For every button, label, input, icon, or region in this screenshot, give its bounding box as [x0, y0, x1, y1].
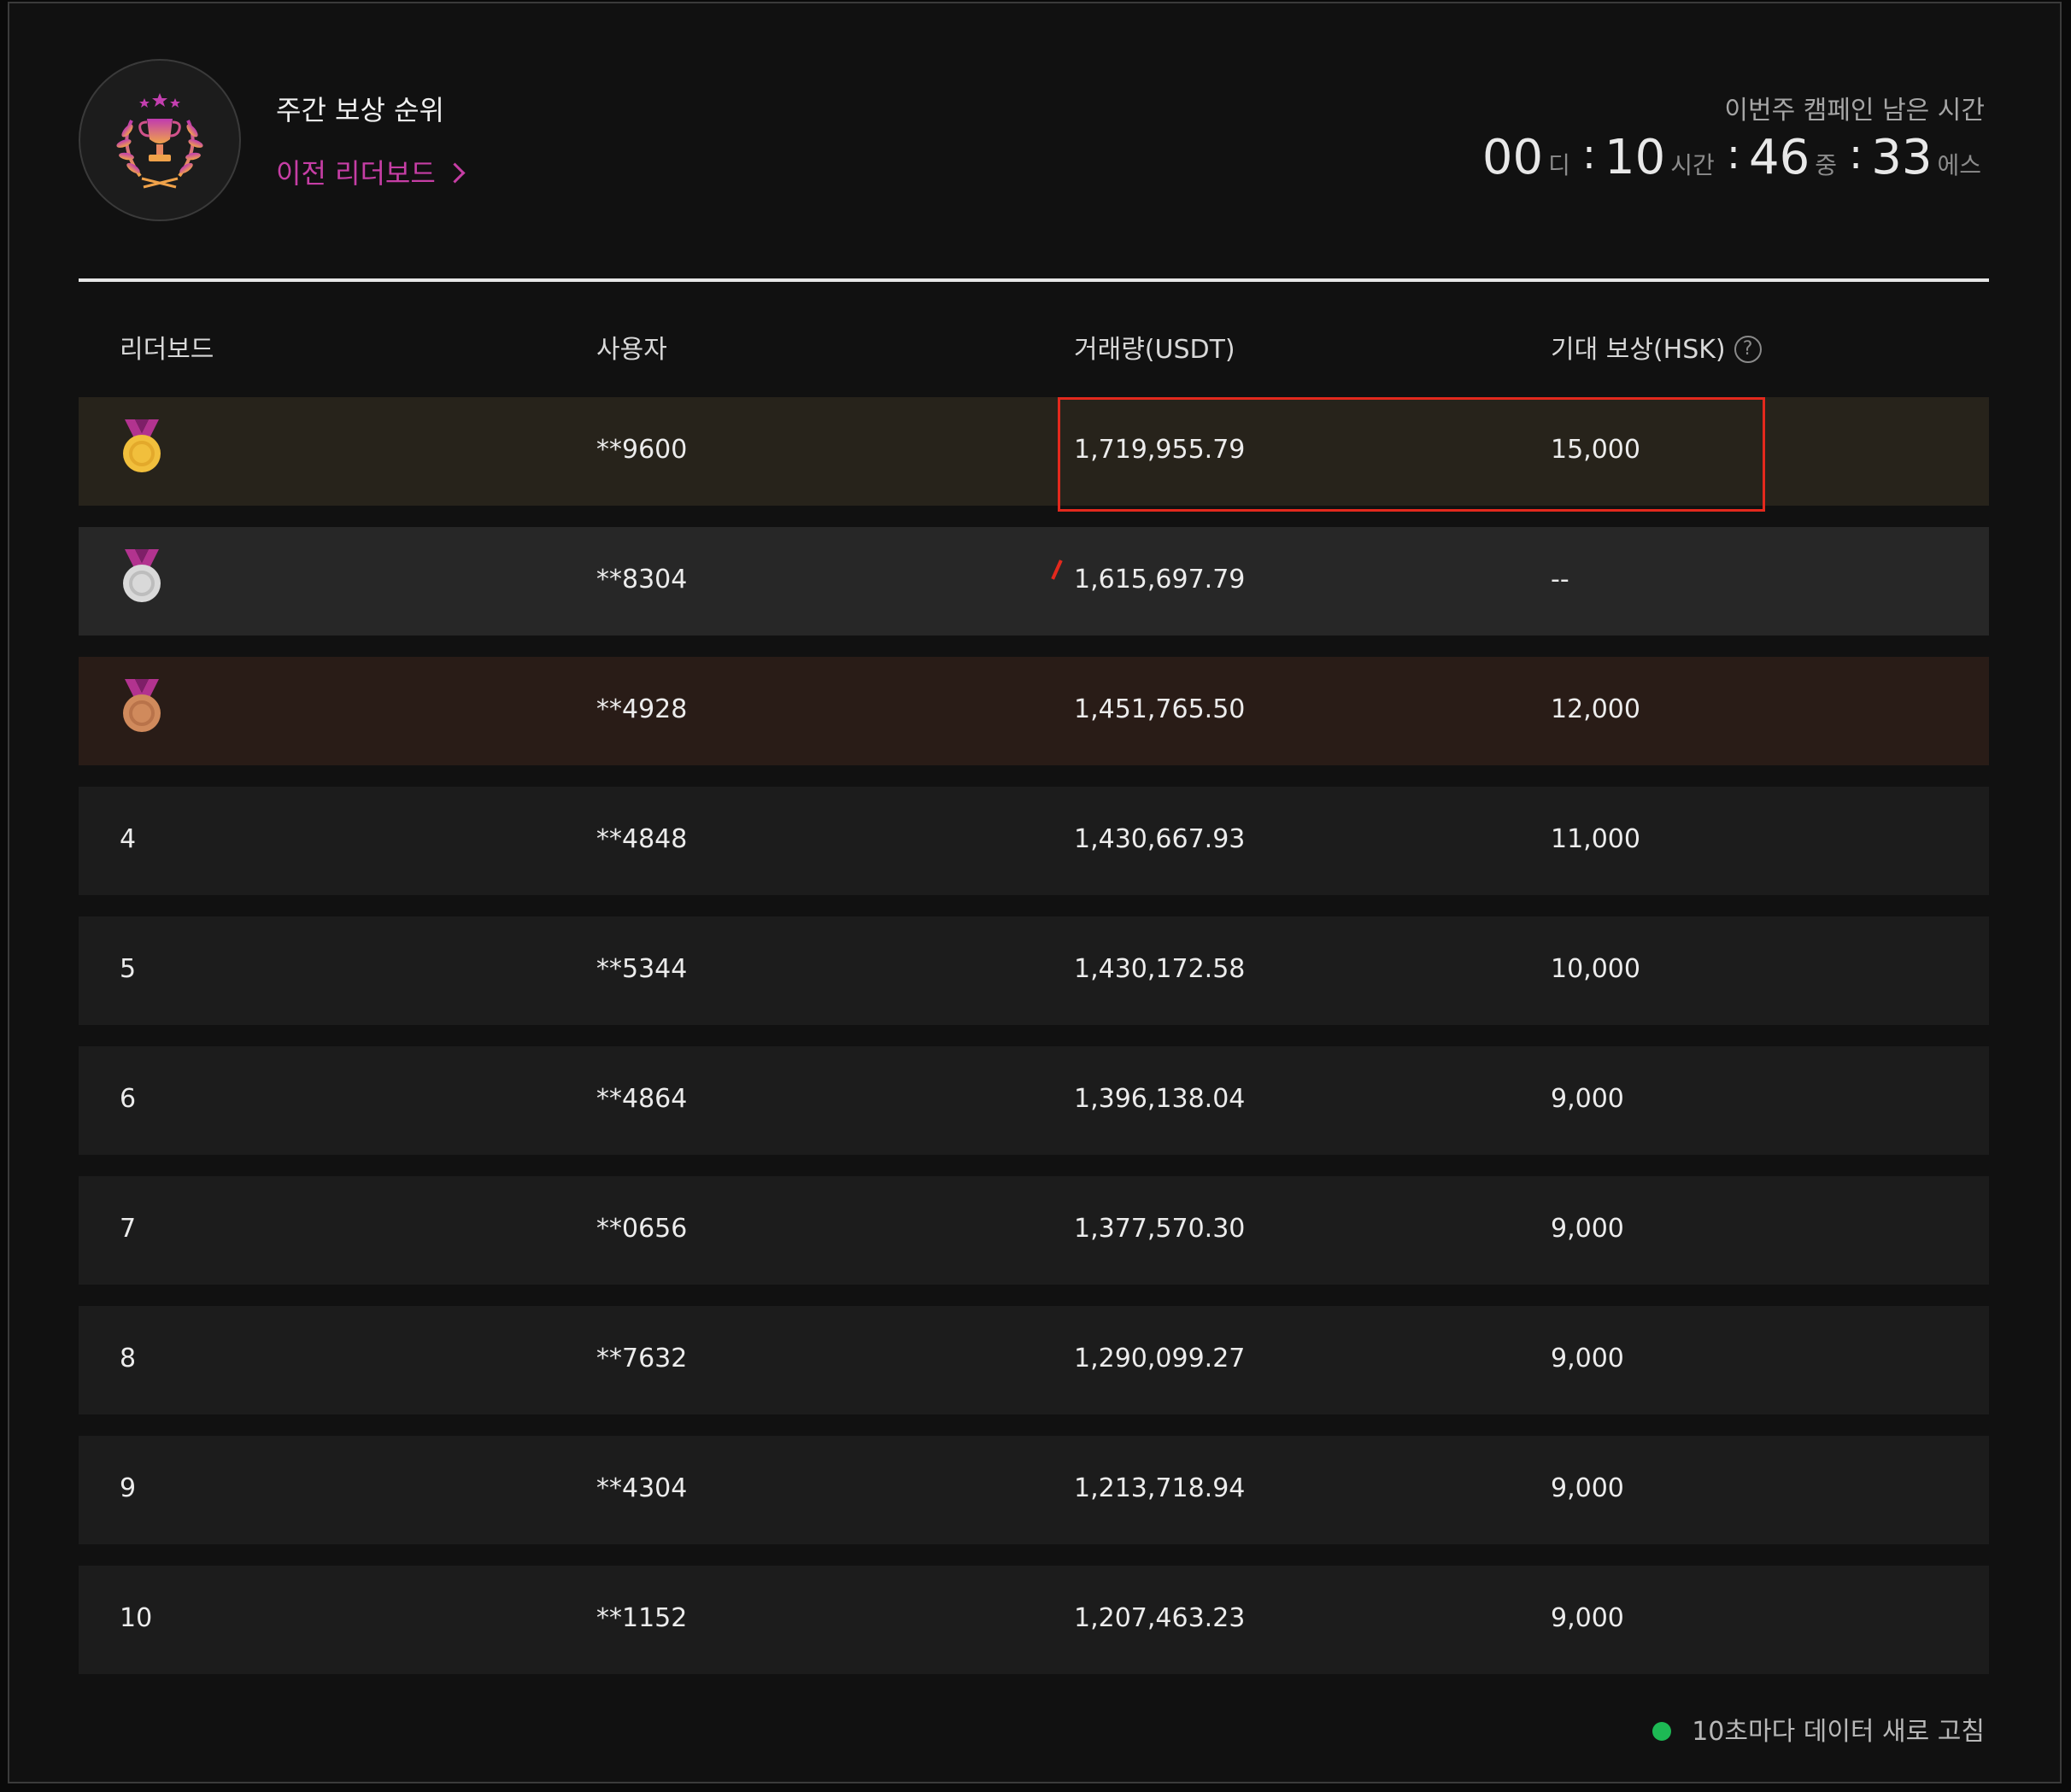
table-row: 10 **1152 1,207,463.23 9,000 — [79, 1566, 1989, 1674]
trophy-laurel-icon — [79, 59, 241, 221]
countdown-label: 이번주 캠페인 남은 시간 — [1724, 96, 1985, 126]
reward-cell: 9,000 — [1551, 1214, 1624, 1244]
page-title: 주간 보상 순위 — [276, 94, 444, 126]
rank-cell: 4 — [120, 824, 137, 854]
volume-cell: 1,430,172.58 — [1074, 954, 1246, 984]
volume-cell: 1,451,765.50 — [1074, 694, 1246, 724]
table-row: 9 **4304 1,213,718.94 9,000 — [79, 1436, 1989, 1544]
countdown-days: 00 — [1481, 130, 1544, 185]
rank-cell: 10 — [120, 1603, 153, 1633]
user-cell: **4304 — [596, 1473, 688, 1503]
volume-cell: 1,615,697.79 — [1074, 565, 1246, 594]
column-header-reward: 기대 보상(HSK)? — [1551, 328, 1762, 366]
user-cell: **5344 — [596, 954, 688, 984]
rank-cell: 7 — [120, 1214, 137, 1244]
volume-cell: 1,396,138.04 — [1074, 1084, 1246, 1114]
refresh-status: 10초마다 데이터 새로 고침 — [1652, 1710, 1985, 1748]
user-cell: **8304 — [596, 565, 688, 594]
silver-medal-icon — [118, 548, 166, 612]
countdown-minutes: 46 — [1749, 130, 1810, 185]
reward-cell: 9,000 — [1551, 1084, 1624, 1114]
help-icon[interactable]: ? — [1734, 335, 1762, 363]
table-row: 4 **4848 1,430,667.93 11,000 — [79, 787, 1989, 895]
column-header-volume: 거래량(USDT) — [1074, 335, 1235, 365]
volume-cell: 1,213,718.94 — [1074, 1473, 1246, 1503]
reward-cell: 10,000 — [1551, 954, 1640, 984]
column-header-rank: 리더보드 — [120, 335, 214, 365]
user-cell: **9600 — [596, 435, 688, 465]
user-cell: **4928 — [596, 694, 688, 724]
header-divider — [79, 278, 1989, 282]
bronze-medal-icon — [118, 677, 166, 742]
rank-cell: 9 — [120, 1473, 137, 1503]
reward-cell: 9,000 — [1551, 1473, 1624, 1503]
refresh-status-text: 10초마다 데이터 새로 고침 — [1692, 1717, 1985, 1747]
volume-cell: 1,207,463.23 — [1074, 1603, 1246, 1633]
table-row: 5 **5344 1,430,172.58 10,000 — [79, 916, 1989, 1025]
table-row: **8304 1,615,697.79 -- — [79, 527, 1989, 635]
countdown-hours-unit: 시간 — [1670, 151, 1715, 179]
countdown-separator: : — [1849, 131, 1863, 179]
countdown-timer: 00 디:10 시간:46 중:33 에스 — [1482, 130, 1985, 185]
previous-leaderboard-label: 이전 리더보드 — [276, 157, 436, 190]
volume-cell: 1,290,099.27 — [1074, 1344, 1246, 1373]
previous-leaderboard-link[interactable]: 이전 리더보드 — [276, 152, 466, 191]
table-row: 7 **0656 1,377,570.30 9,000 — [79, 1176, 1989, 1285]
column-header-user: 사용자 — [596, 335, 667, 365]
volume-cell: 1,377,570.30 — [1074, 1214, 1246, 1244]
rank-cell: 8 — [120, 1344, 137, 1373]
countdown-seconds: 33 — [1871, 130, 1933, 185]
reward-cell: -- — [1551, 565, 1569, 594]
countdown-separator: : — [1726, 131, 1740, 179]
reward-cell: 9,000 — [1551, 1603, 1624, 1633]
reward-cell: 9,000 — [1551, 1344, 1624, 1373]
gold-medal-icon — [118, 418, 166, 483]
reward-cell: 12,000 — [1551, 694, 1640, 724]
countdown-hours: 10 — [1605, 130, 1666, 185]
countdown-seconds-unit: 에스 — [1937, 151, 1981, 179]
table-header: 리더보드 사용자 거래량(USDT) 기대 보상(HSK)? — [79, 311, 1989, 379]
user-cell: **7632 — [596, 1344, 688, 1373]
table-row: 8 **7632 1,290,099.27 9,000 — [79, 1306, 1989, 1414]
rank-cell: 5 — [120, 954, 137, 984]
countdown-separator: : — [1581, 131, 1597, 179]
rank-cell: 6 — [120, 1084, 137, 1114]
volume-cell: 1,430,667.93 — [1074, 824, 1246, 854]
user-cell: **4864 — [596, 1084, 688, 1114]
countdown-days-unit: 디 — [1548, 151, 1570, 179]
table-row: 6 **4864 1,396,138.04 9,000 — [79, 1046, 1989, 1155]
table-row: **4928 1,451,765.50 12,000 — [79, 657, 1989, 765]
user-cell: **1152 — [596, 1603, 688, 1633]
column-header-reward-label: 기대 보상(HSK) — [1551, 335, 1726, 365]
user-cell: **0656 — [596, 1214, 688, 1244]
live-status-dot-icon — [1652, 1721, 1672, 1741]
highlight-annotation-box — [1058, 397, 1765, 512]
user-cell: **4848 — [596, 824, 688, 854]
leaderboard-panel: 주간 보상 순위 이전 리더보드 이번주 캠페인 남은 시간 00 디:10 시간:… — [8, 2, 2062, 1783]
reward-cell: 11,000 — [1551, 824, 1640, 854]
countdown-minutes-unit: 중 — [1815, 151, 1838, 179]
chevron-right-icon — [444, 162, 466, 184]
